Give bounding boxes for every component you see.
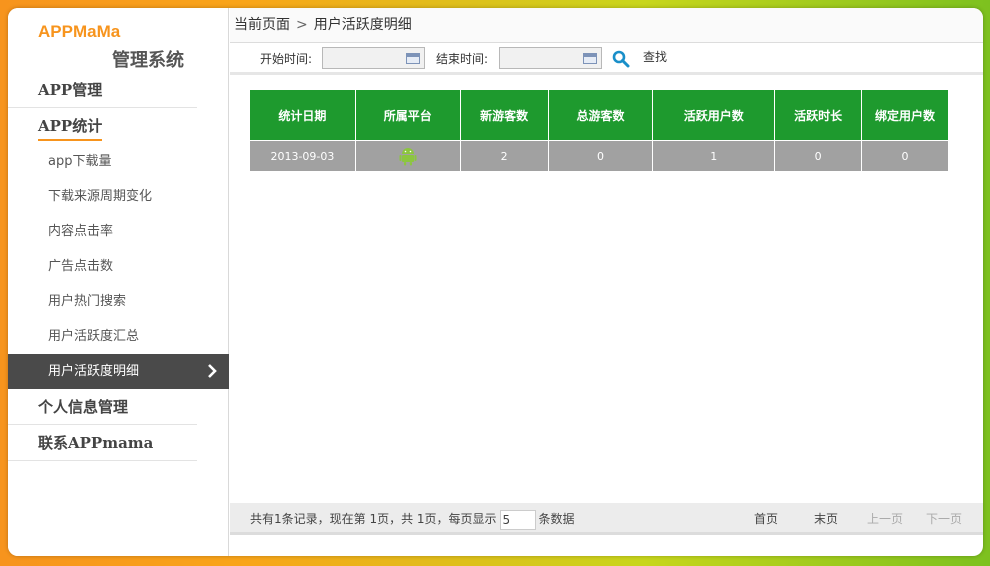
start-time-label: 开始时间: (260, 52, 313, 66)
sidebar-subitem-label: 用户活跃度汇总 (48, 329, 140, 344)
cell-active-duration: 0 (774, 140, 863, 172)
column-header: 新游客数 (459, 89, 549, 141)
sidebar: APPMaMa 管理系统 APP管理 APP统计 app下载量 下载来源周期变化… (8, 8, 229, 556)
android-icon (399, 148, 417, 166)
sidebar-subitem-content-ctr[interactable]: 内容点击率 (8, 214, 229, 249)
sidebar-item-personal-info[interactable]: 个人信息管理 (8, 389, 197, 425)
sidebar-subitem-label: 内容点击率 (48, 224, 114, 239)
pagination-info: 共有1条记录，现在第 1页，共 1页，每页显示 5 条数据 (250, 503, 575, 535)
filter-toolbar: 开始时间: 结束时间: 查找 (230, 43, 983, 75)
table-header-row: 统计日期 所属平台 新游客数 总游客数 活跃用户数 活跃时长 绑定用户数 (249, 89, 949, 141)
first-page-link[interactable]: 首页 (754, 503, 778, 535)
chevron-right-icon (208, 364, 217, 378)
page-size-input[interactable]: 5 (499, 509, 536, 530)
column-header: 统计日期 (249, 89, 356, 141)
column-header: 总游客数 (547, 89, 654, 141)
column-header: 所属平台 (354, 89, 461, 141)
sidebar-subitem-label: 下载来源周期变化 (48, 189, 153, 204)
start-time-input[interactable] (322, 47, 425, 69)
prev-page-link[interactable]: 上一页 (867, 503, 903, 535)
sidebar-item-label: APP统计 (38, 113, 103, 141)
sidebar-subitem-ad-clicks[interactable]: 广告点击数 (8, 249, 229, 284)
app-window: APPMaMa 管理系统 APP管理 APP统计 app下载量 下载来源周期变化… (8, 8, 983, 556)
cell-active-users: 1 (652, 140, 776, 172)
last-page-link[interactable]: 末页 (814, 503, 838, 535)
cell-total-visitors: 0 (547, 140, 654, 172)
sidebar-menu: APP管理 APP统计 app下载量 下载来源周期变化 内容点击率 广告点击数 … (8, 72, 229, 461)
sidebar-item-label: APP管理 (38, 81, 103, 99)
column-header: 活跃时长 (774, 89, 863, 141)
sidebar-subitem-activity-summary[interactable]: 用户活跃度汇总 (8, 319, 229, 354)
calendar-icon[interactable] (583, 53, 597, 64)
sidebar-subitem-label: app下载量 (48, 154, 112, 169)
breadcrumb-prefix: 当前页面 (234, 17, 290, 33)
pagination-bar: 共有1条记录，现在第 1页，共 1页，每页显示 5 条数据 首页 末页 上一页 下一… (230, 503, 983, 535)
sidebar-item-label: 联系APPmama (38, 434, 154, 452)
sidebar-item-contact[interactable]: 联系APPmama (8, 425, 197, 461)
search-icon[interactable] (612, 50, 630, 68)
pagination-suffix: 条数据 (538, 512, 575, 526)
next-page-link[interactable]: 下一页 (926, 503, 962, 535)
sidebar-item-app-management[interactable]: APP管理 (8, 72, 197, 108)
table-row: 2013-09-03 2 0 1 0 0 (249, 140, 949, 172)
breadcrumb: 当前页面 > 用户活跃度明细 (230, 8, 983, 43)
breadcrumb-separator: > (296, 17, 308, 33)
activity-detail-table: 统计日期 所属平台 新游客数 总游客数 活跃用户数 活跃时长 绑定用户数 201… (249, 89, 949, 172)
cell-date: 2013-09-03 (249, 140, 356, 172)
calendar-icon[interactable] (406, 53, 420, 64)
sidebar-subitem-app-downloads[interactable]: app下载量 (8, 144, 229, 179)
end-time-input[interactable] (499, 47, 602, 69)
brand-subtitle: 管理系统 (112, 50, 184, 71)
sidebar-item-app-statistics[interactable]: APP统计 (8, 108, 197, 144)
sidebar-item-label: 个人信息管理 (38, 398, 129, 416)
cell-bound-users: 0 (861, 140, 949, 172)
sidebar-subitem-label: 用户热门搜索 (48, 294, 127, 309)
sidebar-subitem-label: 广告点击数 (48, 259, 114, 274)
sidebar-subitem-activity-detail[interactable]: 用户活跃度明细 (8, 354, 229, 389)
end-time-label: 结束时间: (436, 52, 489, 66)
column-header: 绑定用户数 (861, 89, 949, 141)
sidebar-subitem-hot-search[interactable]: 用户热门搜索 (8, 284, 229, 319)
main-content: 当前页面 > 用户活跃度明细 开始时间: 结束时间: 查找 统计日期 所属平台 … (230, 8, 983, 556)
column-header: 活跃用户数 (652, 89, 776, 141)
cell-platform (354, 140, 461, 172)
pagination-summary: 共有1条记录，现在第 1页，共 1页，每页显示 (250, 512, 497, 526)
cell-new-visitors: 2 (459, 140, 549, 172)
search-button[interactable]: 查找 (643, 41, 667, 73)
breadcrumb-current: 用户活跃度明细 (313, 17, 412, 33)
sidebar-subitem-label: 用户活跃度明细 (48, 364, 140, 379)
brand-logo-text: APPMaMa (38, 22, 121, 41)
sidebar-subitem-download-source-cycle[interactable]: 下载来源周期变化 (8, 179, 229, 214)
